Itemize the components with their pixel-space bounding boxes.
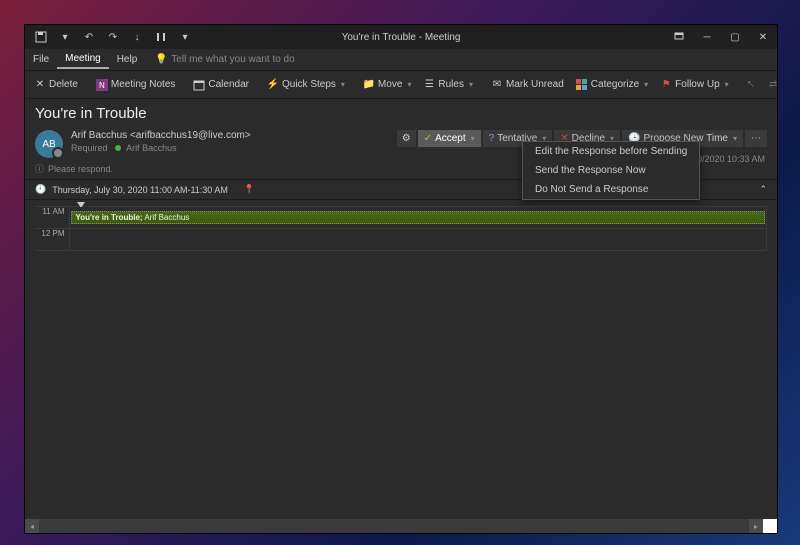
svg-text:N: N — [99, 81, 105, 90]
event-title: You're in Trouble; — [76, 213, 143, 222]
calendar-preview: 11 AM You're in Trouble; Arif Bacchus 12… — [25, 200, 777, 255]
chevron-down-icon: ▾ — [733, 134, 737, 143]
delete-icon: ✕ — [34, 79, 46, 91]
redo-icon[interactable]: ↷ — [103, 27, 123, 47]
organizer-avatar[interactable]: AB — [35, 130, 63, 158]
maximize-button[interactable]: ▢ — [721, 25, 749, 49]
horizontal-scrollbar[interactable]: ◂ ▸ — [25, 519, 777, 533]
accept-button[interactable]: ✓Accept▾ — [418, 130, 481, 147]
chevron-down-icon: ▾ — [471, 134, 475, 143]
chevron-down-icon: ▾ — [644, 80, 648, 89]
scroll-right-icon[interactable]: ▸ — [749, 519, 763, 533]
accept-no-response[interactable]: Do Not Send a Response — [523, 180, 699, 199]
more-actions-button[interactable]: ⋯ — [745, 130, 767, 147]
question-icon: ? — [489, 133, 495, 144]
quick-access-toolbar: ▾ ↶ ↷ ↓ ▾ — [25, 27, 201, 47]
qat-dropdown-icon[interactable]: ▾ — [55, 27, 75, 47]
title-bar: ▾ ↶ ↷ ↓ ▾ You're in Trouble - Meeting ─ … — [25, 25, 777, 49]
presence-available-icon — [115, 145, 121, 151]
tell-me-search[interactable]: 💡 Tell me what you want to do — [145, 54, 294, 66]
chevron-down-icon: ▾ — [407, 80, 411, 89]
follow-up-button[interactable]: ⚑Follow Up▾ — [655, 76, 733, 94]
mark-unread-button[interactable]: ✉Mark Unread — [486, 76, 569, 94]
qat-more-icon[interactable]: ▾ — [175, 27, 195, 47]
undo-icon[interactable]: ↶ — [79, 27, 99, 47]
categorize-button[interactable]: Categorize▾ — [571, 76, 653, 94]
check-icon: ✓ — [424, 133, 432, 144]
accept-dropdown-menu: Edit the Response before Sending Send th… — [522, 141, 700, 200]
meeting-datetime: Thursday, July 30, 2020 11:00 AM-11:30 A… — [52, 185, 228, 195]
chevron-down-icon: ▾ — [469, 80, 473, 89]
tell-me-placeholder: Tell me what you want to do — [171, 54, 294, 65]
menu-meeting[interactable]: Meeting — [57, 50, 109, 69]
folder-move-icon: 📁 — [363, 79, 375, 91]
timeline-table: 11 AM You're in Trouble; Arif Bacchus 12… — [35, 206, 767, 251]
ribbon-options-icon[interactable] — [665, 25, 693, 49]
meeting-subject: You're in Trouble — [35, 105, 767, 122]
meeting-options-button[interactable]: ⚙ — [397, 130, 416, 147]
ribbon: ✕Delete NMeeting Notes Calendar ⚡Quick S… — [25, 71, 777, 99]
quick-steps-button[interactable]: ⚡Quick Steps▾ — [262, 76, 350, 94]
window-title: You're in Trouble - Meeting — [342, 32, 461, 43]
required-attendee: Arif Bacchus — [126, 143, 177, 153]
lightning-icon: ⚡ — [267, 79, 279, 91]
subject-bar: You're in Trouble — [25, 99, 777, 126]
gear-icon: ⚙ — [402, 133, 411, 144]
outlook-meeting-window: ▾ ↶ ↷ ↓ ▾ You're in Trouble - Meeting ─ … — [24, 24, 778, 534]
menu-bar: File Meeting Help 💡 Tell me what you wan… — [25, 49, 777, 71]
chevron-down-icon: ▾ — [341, 80, 345, 89]
flag-icon: ⚑ — [660, 79, 672, 91]
accept-edit-response[interactable]: Edit the Response before Sending — [523, 142, 699, 161]
time-label-11am: 11 AM — [35, 207, 69, 229]
time-label-12pm: 12 PM — [35, 229, 69, 251]
menu-help[interactable]: Help — [109, 51, 146, 68]
delete-button[interactable]: ✕Delete — [29, 76, 83, 94]
onenote-icon: N — [96, 79, 108, 91]
window-controls: ─ ▢ ✕ — [665, 25, 777, 49]
collapse-caret-icon[interactable]: ⌃ — [759, 184, 767, 195]
event-organizer: Arif Bacchus — [144, 213, 189, 222]
meeting-event-block[interactable]: You're in Trouble; Arif Bacchus — [71, 211, 766, 224]
save-icon[interactable] — [31, 27, 51, 47]
organizer-name: Arif Bacchus — [71, 130, 127, 141]
rules-icon: ☰ — [423, 79, 435, 91]
meeting-body — [25, 255, 777, 519]
close-button[interactable]: ✕ — [749, 25, 777, 49]
chevron-down-icon: ▾ — [725, 80, 729, 89]
timeslot-11am[interactable]: You're in Trouble; Arif Bacchus — [69, 207, 767, 229]
location-icon: 📍 — [244, 184, 255, 195]
rules-button[interactable]: ☰Rules▾ — [418, 76, 478, 94]
clock-icon: 🕘 — [35, 184, 46, 195]
envelope-icon: ✉ — [491, 79, 503, 91]
menu-file[interactable]: File — [25, 51, 57, 68]
info-icon: ⓘ — [35, 162, 44, 175]
translate-button: ⇄Translate▾ — [762, 76, 777, 94]
move-button[interactable]: 📁Move▾ — [358, 76, 416, 94]
translate-icon: ⇄ — [767, 79, 777, 91]
touch-mode-icon[interactable] — [151, 27, 171, 47]
please-respond-text: Please respond. — [48, 164, 113, 174]
lightbulb-icon: 💡 — [155, 54, 167, 66]
accept-send-now[interactable]: Send the Response Now — [523, 161, 699, 180]
timeslot-12pm[interactable] — [69, 229, 767, 251]
resize-grip-icon[interactable] — [763, 519, 777, 533]
organizer-info: Arif Bacchus <arifbacchus19@live.com> Re… — [71, 130, 397, 153]
categorize-icon — [576, 79, 588, 91]
organizer-email: <arifbacchus19@live.com> — [130, 130, 251, 141]
calendar-icon — [193, 79, 205, 91]
scroll-left-icon[interactable]: ◂ — [25, 519, 39, 533]
calendar-button[interactable]: Calendar — [188, 76, 254, 94]
pointer-icon: ↖ — [742, 76, 760, 93]
required-label: Required — [71, 143, 108, 153]
meeting-notes-button[interactable]: NMeeting Notes — [91, 76, 180, 94]
down-arrow-icon[interactable]: ↓ — [127, 27, 147, 47]
minimize-button[interactable]: ─ — [693, 25, 721, 49]
